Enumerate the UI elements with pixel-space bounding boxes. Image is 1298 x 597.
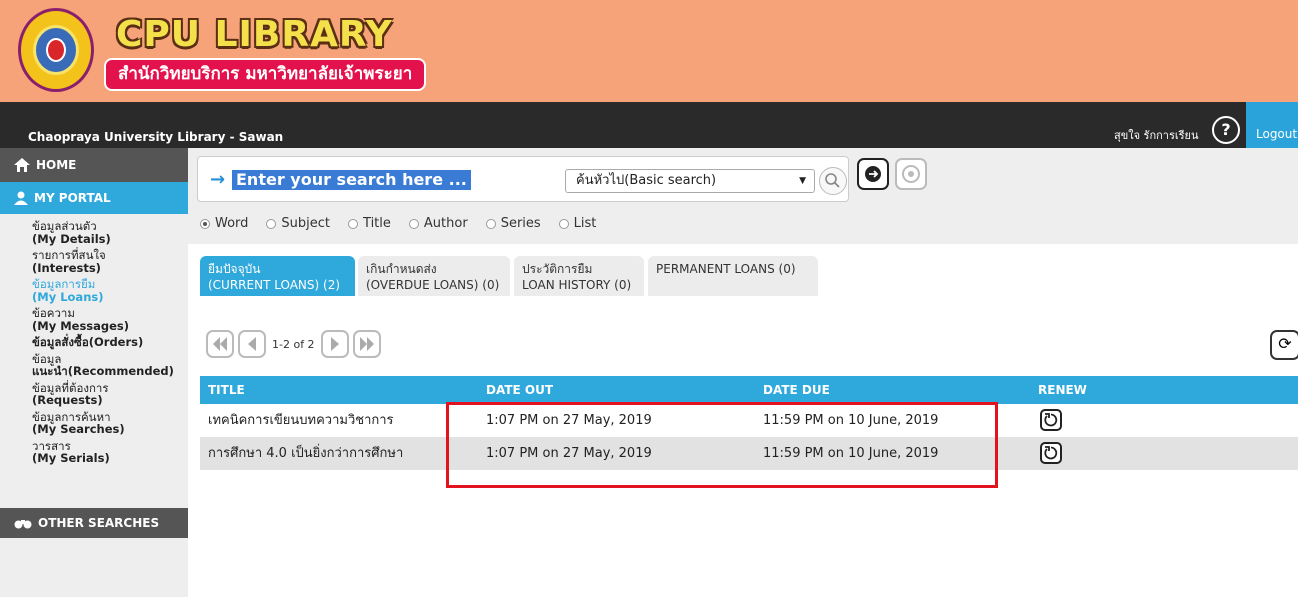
page-count: 1-2 of 2 bbox=[272, 337, 315, 351]
refresh-icon: ⟳ bbox=[1278, 334, 1292, 353]
header-renew: RENEW bbox=[1038, 383, 1087, 397]
sidebar-item-serials[interactable]: วารสาร (My Serials) bbox=[32, 439, 188, 465]
sidebar-other-searches[interactable]: OTHER SEARCHES bbox=[0, 508, 188, 538]
search-button[interactable] bbox=[819, 167, 847, 195]
last-page-button[interactable] bbox=[352, 330, 381, 358]
search-mode-value: ค้นหัวไป(Basic search) bbox=[576, 173, 717, 188]
main-content: → Enter your search here ... ค้นหัวไป(Ba… bbox=[188, 148, 1298, 597]
radio-list[interactable]: List bbox=[558, 216, 596, 231]
chevron-left-icon bbox=[248, 337, 256, 351]
arrow-right-icon: → bbox=[210, 169, 226, 190]
chevron-down-icon: ▼ bbox=[799, 176, 806, 186]
radio-series[interactable]: Series bbox=[485, 216, 541, 231]
last-page-icon bbox=[359, 337, 374, 351]
sidebar-item-messages[interactable]: ข้อความ (My Messages) bbox=[32, 307, 188, 332]
home-icon bbox=[14, 158, 30, 172]
sidebar-home-label: HOME bbox=[36, 158, 77, 172]
university-seal-icon bbox=[18, 8, 94, 92]
sidebar-item-orders[interactable]: ข้อมูลสั่งซื้อ(Orders) bbox=[32, 336, 188, 349]
table-header: TITLE DATE OUT DATE DUE RENEW bbox=[200, 376, 1298, 404]
go-button[interactable] bbox=[857, 158, 889, 190]
tab-loan-history[interactable]: ประวัติการยืม LOAN HISTORY (0) bbox=[514, 256, 644, 296]
loan-title[interactable]: เทคนิคการเขียนบทความวิชาการ bbox=[208, 404, 394, 437]
search-input[interactable]: Enter your search here ... bbox=[232, 170, 471, 190]
sidebar-item-loans[interactable]: ข้อมูลการยืม (My Loans) bbox=[32, 278, 188, 303]
search-icon bbox=[825, 173, 840, 188]
pagination: 1-2 of 2 bbox=[206, 330, 381, 358]
prev-page-button[interactable] bbox=[238, 330, 266, 358]
logout-button[interactable]: Logout bbox=[1246, 102, 1298, 148]
sidebar-portal-label: MY PORTAL bbox=[34, 191, 111, 205]
renew-icon bbox=[1044, 413, 1058, 427]
top-bar: Chaopraya University Library - Sawan สุข… bbox=[0, 102, 1298, 148]
header-date-out: DATE OUT bbox=[486, 383, 554, 397]
search-mode-select[interactable]: ค้นหัวไป(Basic search) ▼ bbox=[565, 169, 815, 193]
header-title: TITLE bbox=[208, 383, 245, 397]
brand-subtitle: สำนักวิทยบริการ มหาวิทยาลัยเจ้าพระยา bbox=[104, 58, 427, 91]
tab-current-loans[interactable]: ยืมปัจจุบัน (CURRENT LOANS) (2) bbox=[200, 256, 355, 296]
header-date-due: DATE DUE bbox=[763, 383, 830, 397]
sidebar-item-recommended[interactable]: ข้อมูล แนะนำ(Recommended) bbox=[32, 352, 188, 378]
tab-permanent-loans[interactable]: PERMANENT LOANS (0) bbox=[648, 256, 818, 296]
help-button[interactable]: ? bbox=[1212, 116, 1240, 144]
tab-overdue-loans[interactable]: เกินกำหนดส่ง (OVERDUE LOANS) (0) bbox=[358, 256, 510, 296]
renew-button[interactable] bbox=[1040, 442, 1062, 464]
radio-word[interactable]: Word bbox=[200, 216, 248, 231]
sidebar: HOME MY PORTAL ข้อมูลส่วนตัว (My Details)… bbox=[0, 148, 188, 597]
chevron-right-icon bbox=[330, 337, 339, 351]
first-page-icon bbox=[213, 337, 227, 351]
sidebar-my-portal[interactable]: MY PORTAL bbox=[0, 182, 188, 214]
radio-title[interactable]: Title bbox=[348, 216, 391, 231]
refresh-button[interactable]: ⟳ bbox=[1270, 330, 1298, 360]
user-name[interactable]: สุขใจ รักการเรียน bbox=[1114, 126, 1199, 144]
sidebar-home[interactable]: HOME bbox=[0, 148, 188, 182]
sidebar-item-interests[interactable]: รายการที่สนใจ (Interests) bbox=[32, 249, 188, 274]
binoculars-icon bbox=[14, 520, 32, 529]
renew-button[interactable] bbox=[1040, 409, 1062, 431]
sidebar-other-label: OTHER SEARCHES bbox=[38, 516, 160, 530]
header-banner: CPU LIBRARY สำนักวิทยบริการ มหาวิทยาลัยเ… bbox=[0, 0, 1298, 102]
next-page-button[interactable] bbox=[320, 330, 349, 358]
search-area: → Enter your search here ... ค้นหัวไป(Ba… bbox=[188, 148, 1298, 244]
globe-icon bbox=[902, 165, 920, 183]
sidebar-item-requests[interactable]: ข้อมูลที่ต้องการ (Requests) bbox=[32, 381, 188, 407]
highlight-box bbox=[446, 402, 998, 488]
loan-title[interactable]: การศึกษา 4.0 เป็นยิ่งกว่าการศึกษา bbox=[208, 437, 403, 470]
radio-author[interactable]: Author bbox=[408, 216, 468, 231]
sidebar-item-details[interactable]: ข้อมูลส่วนตัว (My Details) bbox=[32, 220, 188, 245]
site-name: Chaopraya University Library - Sawan bbox=[28, 130, 284, 144]
search-box: → Enter your search here ... ค้นหัวไป(Ba… bbox=[197, 156, 849, 202]
brand-title: CPU LIBRARY bbox=[116, 14, 393, 55]
renew-icon bbox=[1044, 446, 1058, 460]
globe-search-button[interactable] bbox=[895, 158, 927, 190]
go-icon bbox=[865, 166, 881, 182]
user-icon bbox=[14, 191, 28, 205]
search-field-options: Word Subject Title Author Series List bbox=[200, 216, 596, 231]
sidebar-menu: ข้อมูลส่วนตัว (My Details) รายการที่สนใจ(… bbox=[0, 214, 188, 465]
first-page-button[interactable] bbox=[206, 330, 234, 358]
sidebar-item-searches[interactable]: ข้อมูลการค้นหา (My Searches) bbox=[32, 410, 188, 436]
radio-subject[interactable]: Subject bbox=[266, 216, 330, 231]
